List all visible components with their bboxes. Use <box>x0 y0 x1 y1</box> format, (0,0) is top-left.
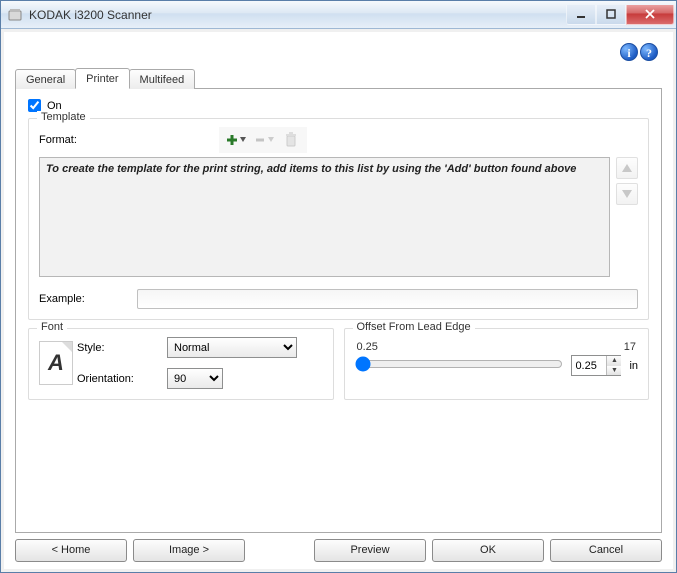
orientation-label: Orientation: <box>77 373 167 385</box>
window-title: KODAK i3200 Scanner <box>29 8 152 22</box>
font-legend: Font <box>37 321 67 333</box>
move-down-button[interactable] <box>616 183 638 205</box>
orientation-select[interactable]: 90 <box>167 368 223 389</box>
client-area: i ? General Printer Multifeed On Templat… <box>4 32 673 569</box>
add-button[interactable] <box>223 129 247 151</box>
offset-legend: Offset From Lead Edge <box>353 321 475 333</box>
home-button[interactable]: < Home <box>15 539 127 562</box>
offset-group: Offset From Lead Edge 0.25 17 ▲ <box>344 328 650 400</box>
tab-strip: General Printer Multifeed <box>15 67 662 89</box>
font-preview-icon: A <box>39 341 73 385</box>
ok-button[interactable]: OK <box>432 539 544 562</box>
format-toolbar <box>219 127 307 153</box>
template-list[interactable]: To create the template for the print str… <box>39 157 610 277</box>
footer: < Home Image > Preview OK Cancel <box>15 533 662 562</box>
offset-value[interactable] <box>572 356 606 375</box>
remove-button[interactable] <box>251 129 275 151</box>
offset-min-label: 0.25 <box>357 341 378 353</box>
format-label: Format: <box>39 134 219 146</box>
image-button[interactable]: Image > <box>133 539 245 562</box>
tab-printer[interactable]: Printer <box>75 68 129 89</box>
offset-max-label: 17 <box>624 341 636 353</box>
maximize-button[interactable] <box>596 5 626 25</box>
help-icon[interactable]: ? <box>640 43 658 61</box>
window-controls <box>566 5 674 25</box>
example-label: Example: <box>39 293 129 305</box>
title-bar[interactable]: KODAK i3200 Scanner <box>1 1 676 29</box>
app-window: KODAK i3200 Scanner i ? General Printer … <box>0 0 677 573</box>
offset-spin[interactable]: ▲ ▼ <box>571 355 621 376</box>
example-field <box>137 289 638 309</box>
offset-slider[interactable] <box>355 356 564 372</box>
offset-unit: in <box>629 360 638 372</box>
tab-general[interactable]: General <box>15 69 76 89</box>
cancel-button[interactable]: Cancel <box>550 539 662 562</box>
spin-up-icon[interactable]: ▲ <box>607 356 621 366</box>
header-icons: i ? <box>15 43 662 61</box>
style-label: Style: <box>77 342 167 354</box>
tab-multifeed[interactable]: Multifeed <box>129 69 196 89</box>
delete-button[interactable] <box>279 129 303 151</box>
info-icon[interactable]: i <box>620 43 638 61</box>
app-icon <box>7 7 23 23</box>
preview-button[interactable]: Preview <box>314 539 426 562</box>
minimize-button[interactable] <box>566 5 596 25</box>
close-button[interactable] <box>626 5 674 25</box>
tab-page-printer: On Template Format: <box>15 89 662 533</box>
font-group: Font A Style: Normal Orientation: 90 <box>28 328 334 400</box>
template-group: Template Format: <box>28 118 649 320</box>
move-up-button[interactable] <box>616 157 638 179</box>
style-select[interactable]: Normal <box>167 337 297 358</box>
spin-down-icon[interactable]: ▼ <box>607 366 621 376</box>
template-legend: Template <box>37 111 90 123</box>
on-label: On <box>47 100 62 112</box>
